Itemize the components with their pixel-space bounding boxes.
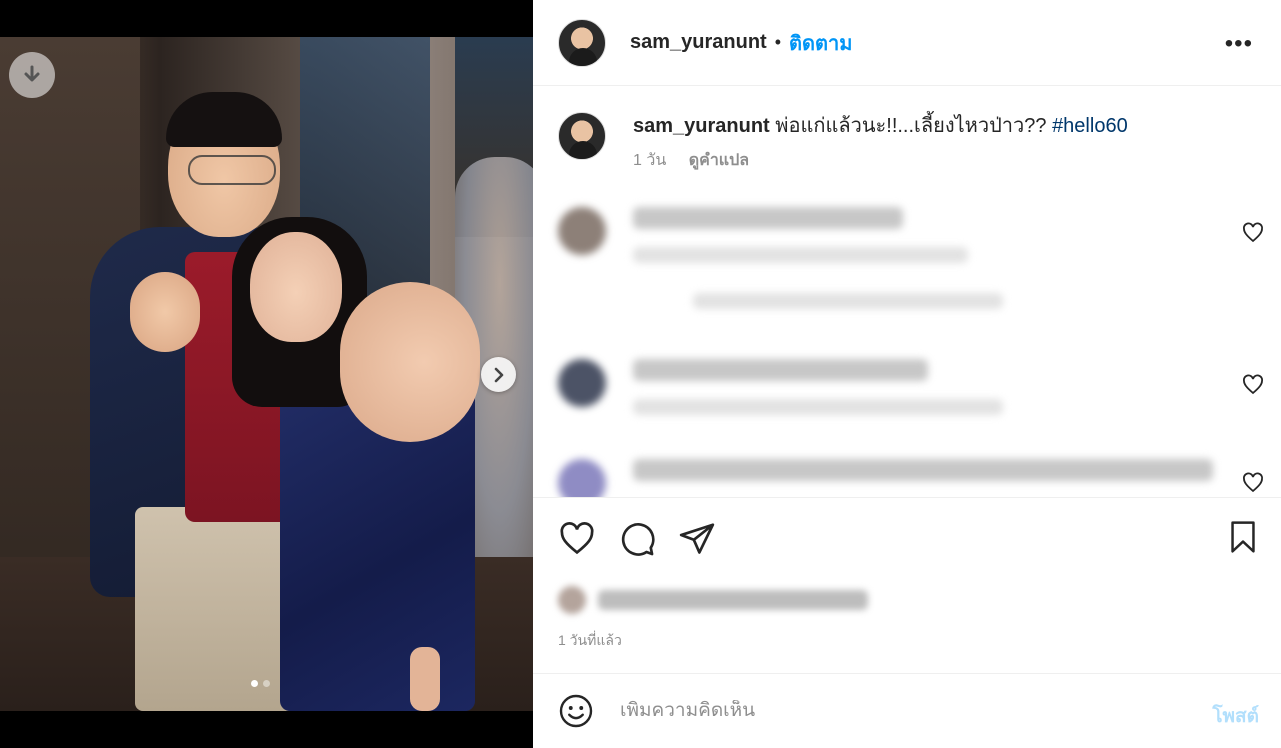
post-actions: 1 วันที่แล้ว <box>533 497 1281 673</box>
caption-hashtag[interactable]: #hello60 <box>1052 115 1128 137</box>
author-avatar[interactable] <box>558 18 606 67</box>
separator-dot: • <box>774 32 782 52</box>
chevron-right-icon <box>494 367 503 382</box>
blurred-comment <box>558 459 1213 497</box>
caption-username[interactable]: sam_yuranunt <box>633 115 770 137</box>
post-media <box>0 0 533 748</box>
post-photo[interactable] <box>0 37 533 711</box>
like-icon[interactable] <box>558 520 596 558</box>
author-username[interactable]: sam_yuranunt <box>630 31 767 54</box>
post-caption: sam_yuranunt พ่อแก่แล้วนะ!!...เลี้ยงไหวป… <box>558 112 1128 173</box>
caption-age: 1 วัน <box>633 152 667 169</box>
add-comment-bar: โพสต์ <box>533 673 1281 748</box>
like-comment-icon[interactable] <box>1241 221 1265 245</box>
next-slide-button[interactable] <box>481 357 516 392</box>
post-sidebar: sam_yuranunt • ติดตาม ••• sam_yuranunt พ… <box>533 0 1281 748</box>
comment-input[interactable] <box>620 700 1180 722</box>
carousel-indicator <box>251 680 270 687</box>
more-options-icon[interactable]: ••• <box>1225 30 1253 58</box>
like-comment-icon[interactable] <box>1241 471 1265 495</box>
comment-icon[interactable] <box>618 520 656 558</box>
follow-button[interactable]: ติดตาม <box>789 27 852 59</box>
post-header: sam_yuranunt • ติดตาม ••• <box>533 0 1281 86</box>
caption-avatar[interactable] <box>558 112 606 160</box>
blurred-comment <box>558 359 1003 415</box>
post-timestamp: 1 วันที่แล้ว <box>558 632 622 648</box>
blurred-comment <box>558 207 1003 309</box>
carousel-dot-active <box>251 680 258 687</box>
emoji-icon[interactable] <box>558 693 594 729</box>
share-icon[interactable] <box>678 520 716 558</box>
liked-by-blurred <box>558 586 868 614</box>
carousel-dot <box>263 680 270 687</box>
comments-section[interactable]: sam_yuranunt พ่อแก่แล้วนะ!!...เลี้ยงไหวป… <box>533 87 1281 497</box>
like-comment-icon[interactable] <box>1241 373 1265 397</box>
caption-text: พ่อแก่แล้วนะ!!...เลี้ยงไหวป่าว?? <box>769 115 1053 137</box>
bookmark-icon[interactable] <box>1227 520 1259 554</box>
download-button[interactable] <box>9 52 55 98</box>
download-icon <box>24 65 40 82</box>
see-translation-link[interactable]: ดูคำแปล <box>689 152 749 169</box>
post-comment-button[interactable]: โพสต์ <box>1212 701 1259 731</box>
